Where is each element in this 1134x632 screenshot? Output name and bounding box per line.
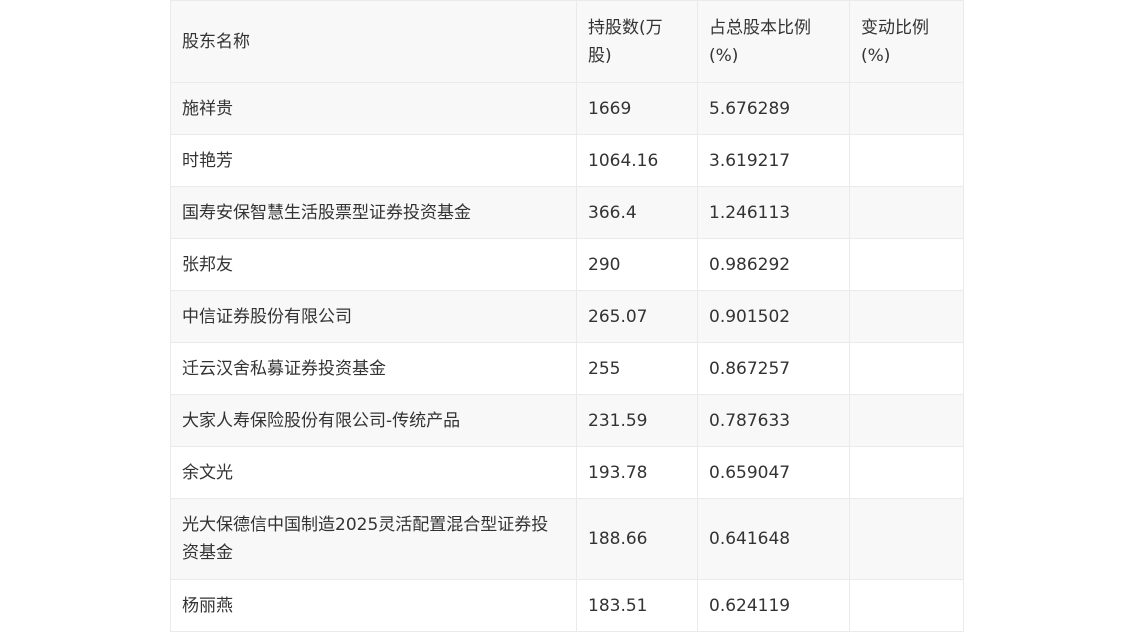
cell-shares: 193.78 <box>576 446 698 499</box>
shareholder-table-container: 股东名称 持股数(万股) 占总股本比例(%) 变动比例(%) 施祥贵 1669 … <box>170 0 964 632</box>
cell-ratio: 0.867257 <box>697 342 850 395</box>
cell-change <box>849 238 964 291</box>
table-row: 光大保德信中国制造2025灵活配置混合型证券投资基金 188.66 0.6416… <box>170 498 964 580</box>
cell-ratio: 0.641648 <box>697 498 850 580</box>
cell-name: 迁云汉舍私募证券投资基金 <box>170 342 577 395</box>
cell-name: 光大保德信中国制造2025灵活配置混合型证券投资基金 <box>170 498 577 580</box>
table-row: 时艳芳 1064.16 3.619217 <box>170 134 964 187</box>
cell-ratio: 0.624119 <box>697 579 850 632</box>
cell-ratio: 0.986292 <box>697 238 850 291</box>
cell-shares: 231.59 <box>576 394 698 447</box>
cell-shares: 183.51 <box>576 579 698 632</box>
cell-shares: 1669 <box>576 82 698 135</box>
header-shareholder-name: 股东名称 <box>170 0 577 83</box>
header-share-ratio: 占总股本比例(%) <box>697 0 850 83</box>
cell-ratio: 0.901502 <box>697 290 850 343</box>
cell-change <box>849 82 964 135</box>
cell-ratio: 3.619217 <box>697 134 850 187</box>
cell-ratio: 5.676289 <box>697 82 850 135</box>
table-row: 大家人寿保险股份有限公司-传统产品 231.59 0.787633 <box>170 394 964 447</box>
cell-ratio: 0.659047 <box>697 446 850 499</box>
cell-change <box>849 446 964 499</box>
table-row: 杨丽燕 183.51 0.624119 <box>170 579 964 632</box>
table-header-row: 股东名称 持股数(万股) 占总股本比例(%) 变动比例(%) <box>170 0 964 83</box>
cell-name: 杨丽燕 <box>170 579 577 632</box>
cell-change <box>849 498 964 580</box>
cell-name: 国寿安保智慧生活股票型证券投资基金 <box>170 186 577 239</box>
cell-change <box>849 134 964 187</box>
cell-ratio: 0.787633 <box>697 394 850 447</box>
table-row: 施祥贵 1669 5.676289 <box>170 82 964 135</box>
cell-shares: 366.4 <box>576 186 698 239</box>
table-row: 张邦友 290 0.986292 <box>170 238 964 291</box>
table-row: 迁云汉舍私募证券投资基金 255 0.867257 <box>170 342 964 395</box>
table-row: 余文光 193.78 0.659047 <box>170 446 964 499</box>
table-row: 中信证券股份有限公司 265.07 0.901502 <box>170 290 964 343</box>
cell-name: 张邦友 <box>170 238 577 291</box>
cell-shares: 1064.16 <box>576 134 698 187</box>
cell-name: 中信证券股份有限公司 <box>170 290 577 343</box>
cell-change <box>849 579 964 632</box>
cell-change <box>849 186 964 239</box>
cell-name: 余文光 <box>170 446 577 499</box>
cell-shares: 188.66 <box>576 498 698 580</box>
shareholder-table: 股东名称 持股数(万股) 占总股本比例(%) 变动比例(%) 施祥贵 1669 … <box>170 0 964 632</box>
cell-name: 时艳芳 <box>170 134 577 187</box>
cell-change <box>849 394 964 447</box>
cell-change <box>849 290 964 343</box>
cell-ratio: 1.246113 <box>697 186 850 239</box>
cell-name: 施祥贵 <box>170 82 577 135</box>
header-change-ratio: 变动比例(%) <box>849 0 964 83</box>
cell-shares: 265.07 <box>576 290 698 343</box>
header-shares: 持股数(万股) <box>576 0 698 83</box>
cell-shares: 255 <box>576 342 698 395</box>
table-row: 国寿安保智慧生活股票型证券投资基金 366.4 1.246113 <box>170 186 964 239</box>
cell-change <box>849 342 964 395</box>
cell-name: 大家人寿保险股份有限公司-传统产品 <box>170 394 577 447</box>
cell-shares: 290 <box>576 238 698 291</box>
